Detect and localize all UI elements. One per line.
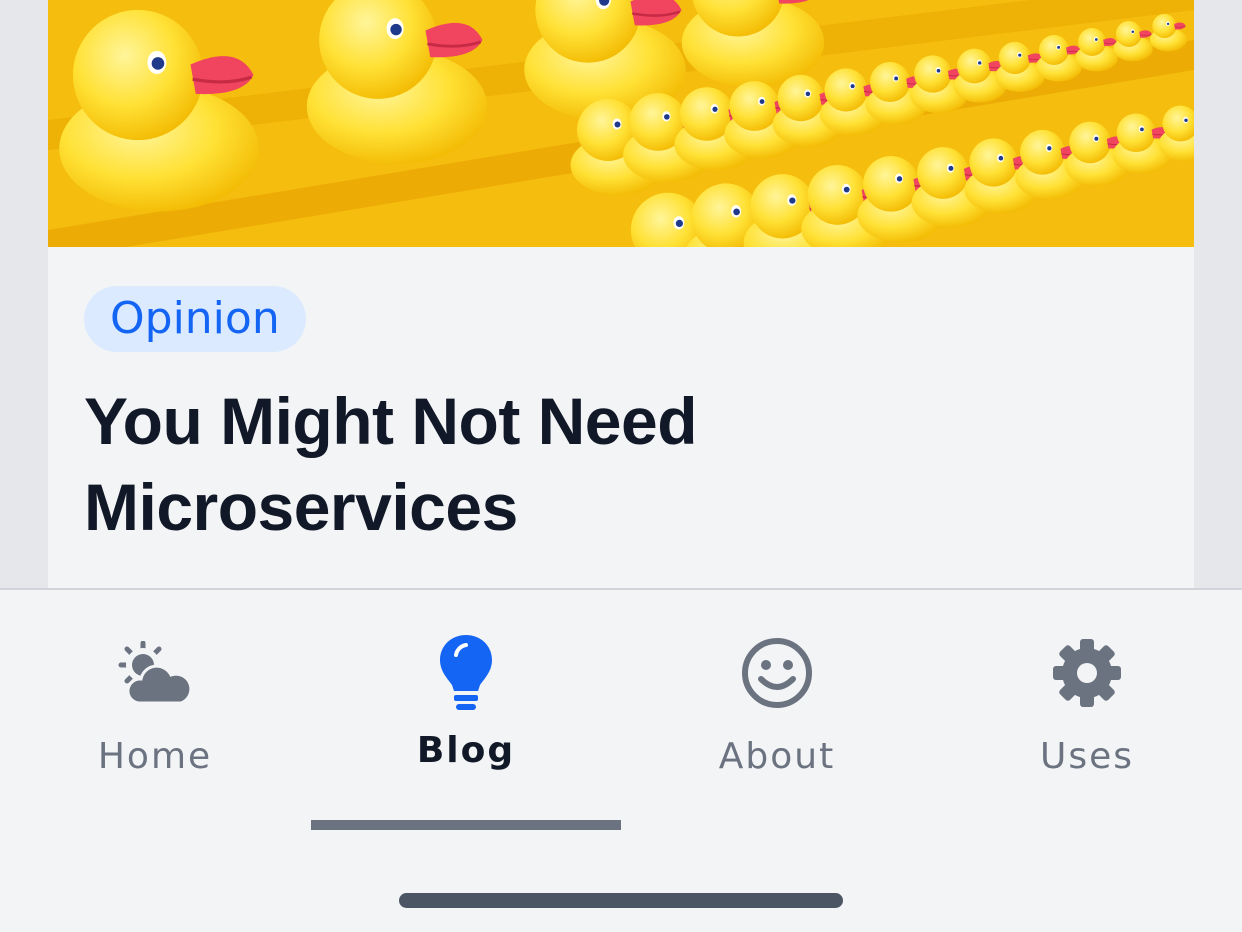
tab-label-uses: Uses bbox=[1039, 736, 1134, 777]
smiley-icon bbox=[741, 628, 813, 718]
article-card[interactable]: Opinion You Might Not Need Microservices bbox=[48, 0, 1194, 590]
tab-home[interactable]: Home bbox=[0, 590, 310, 830]
article-hero-image bbox=[48, 0, 1194, 247]
tab-uses[interactable]: Uses bbox=[932, 590, 1242, 830]
active-tab-indicator bbox=[311, 820, 621, 830]
sun-cloud-icon bbox=[117, 628, 193, 718]
tab-label-blog: Blog bbox=[416, 730, 516, 771]
article-title[interactable]: You Might Not Need Microservices bbox=[84, 378, 1084, 550]
tab-label-about: About bbox=[718, 736, 836, 777]
category-badge[interactable]: Opinion bbox=[84, 286, 306, 352]
tab-blog[interactable]: Blog bbox=[311, 590, 621, 830]
gear-icon bbox=[1051, 628, 1123, 718]
bottom-tab-bar: Home Blog About Uses bbox=[0, 588, 1242, 932]
lightbulb-icon bbox=[438, 628, 494, 718]
tab-about[interactable]: About bbox=[622, 590, 932, 830]
home-indicator[interactable] bbox=[399, 893, 843, 908]
tab-label-home: Home bbox=[97, 736, 213, 777]
